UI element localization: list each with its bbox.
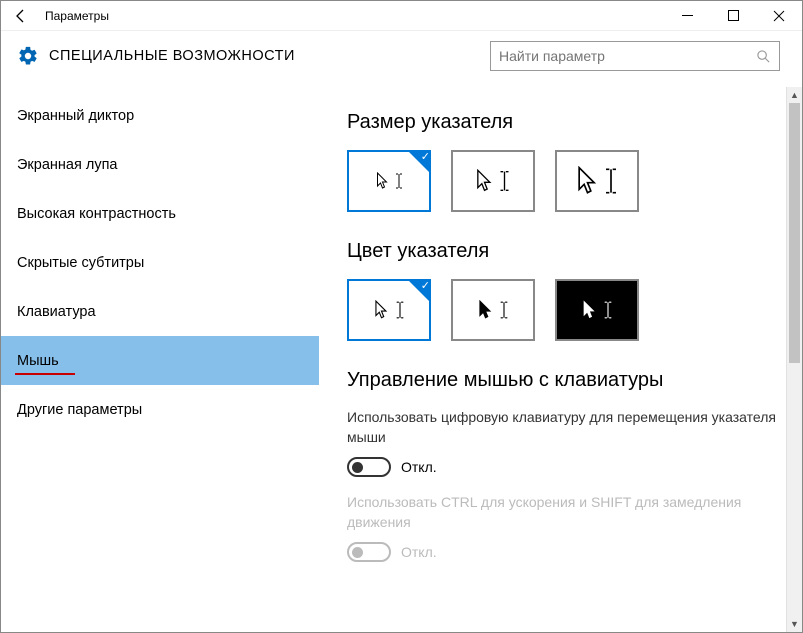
- cursor-ibeam-icon: [499, 169, 510, 193]
- maximize-button[interactable]: [710, 1, 756, 31]
- sidebar-item-label: Высокая контрастность: [17, 206, 176, 222]
- scrollbar[interactable]: ▲ ▼: [786, 87, 802, 632]
- search-icon: [756, 49, 771, 64]
- close-button[interactable]: [756, 1, 802, 31]
- sidebar-item-narrator[interactable]: Экранный диктор: [1, 91, 319, 140]
- pointer-color-black[interactable]: [451, 279, 535, 341]
- pointer-color-inverted[interactable]: [555, 279, 639, 341]
- sidebar-item-other-options[interactable]: Другие параметры: [1, 385, 319, 434]
- ctrl-shift-description: Использовать CTRL для ускорения и SHIFT …: [347, 493, 778, 532]
- pointer-color-white[interactable]: [347, 279, 431, 341]
- pointer-size-large[interactable]: [555, 150, 639, 212]
- sidebar-item-label: Экранная лупа: [17, 157, 117, 173]
- sidebar-item-label: Клавиатура: [17, 304, 96, 320]
- cursor-arrow-icon: [374, 300, 389, 320]
- mouse-keys-description: Использовать цифровую клавиатуру для пер…: [347, 408, 778, 447]
- sidebar-item-high-contrast[interactable]: Высокая контрастность: [1, 189, 319, 238]
- heading-pointer-size: Размер указателя: [347, 111, 778, 134]
- pointer-size-small[interactable]: [347, 150, 431, 212]
- sidebar-item-magnifier[interactable]: Экранная лупа: [1, 140, 319, 189]
- search-box[interactable]: [490, 41, 780, 71]
- heading-pointer-color: Цвет указателя: [347, 240, 778, 263]
- content-area: Размер указателя Цвет указателя: [319, 87, 802, 632]
- heading-mouse-keys: Управление мышью с клавиатуры: [347, 369, 778, 392]
- sidebar-item-label: Скрытые субтитры: [17, 255, 144, 271]
- scroll-up-icon[interactable]: ▲: [787, 87, 802, 103]
- sidebar-item-closed-captions[interactable]: Скрытые субтитры: [1, 238, 319, 287]
- cursor-ibeam-icon: [603, 300, 613, 320]
- sidebar: Экранный диктор Экранная лупа Высокая ко…: [1, 87, 319, 632]
- annotation-underline: [15, 373, 75, 375]
- window-title: Параметры: [37, 9, 109, 23]
- gear-icon: [17, 45, 39, 67]
- search-input[interactable]: [499, 48, 756, 64]
- sidebar-item-mouse[interactable]: Мышь: [1, 336, 319, 385]
- sidebar-item-label: Экранный диктор: [17, 108, 134, 124]
- toggle-ctrl-shift: [347, 542, 391, 562]
- toggle-label: Откл.: [401, 459, 437, 475]
- minimize-button[interactable]: [664, 1, 710, 31]
- scroll-down-icon[interactable]: ▼: [787, 616, 802, 632]
- toggle-label: Откл.: [401, 544, 437, 560]
- cursor-ibeam-icon: [604, 166, 618, 196]
- cursor-ibeam-icon: [499, 300, 509, 320]
- cursor-ibeam-icon: [395, 172, 403, 190]
- back-button[interactable]: [5, 1, 37, 31]
- cursor-arrow-icon: [577, 166, 598, 196]
- check-icon: [407, 279, 431, 303]
- sidebar-item-keyboard[interactable]: Клавиатура: [1, 287, 319, 336]
- cursor-arrow-icon: [376, 172, 389, 190]
- check-icon: [407, 150, 431, 174]
- toggle-mouse-keys[interactable]: [347, 457, 391, 477]
- sidebar-item-label: Другие параметры: [17, 402, 142, 418]
- cursor-arrow-icon: [582, 300, 597, 320]
- cursor-arrow-icon: [478, 300, 493, 320]
- sidebar-item-label: Мышь: [17, 353, 59, 369]
- page-title: СПЕЦИАЛЬНЫЕ ВОЗМОЖНОСТИ: [49, 48, 490, 64]
- pointer-size-medium[interactable]: [451, 150, 535, 212]
- cursor-arrow-icon: [476, 169, 493, 193]
- cursor-ibeam-icon: [395, 300, 405, 320]
- scroll-thumb[interactable]: [789, 103, 800, 363]
